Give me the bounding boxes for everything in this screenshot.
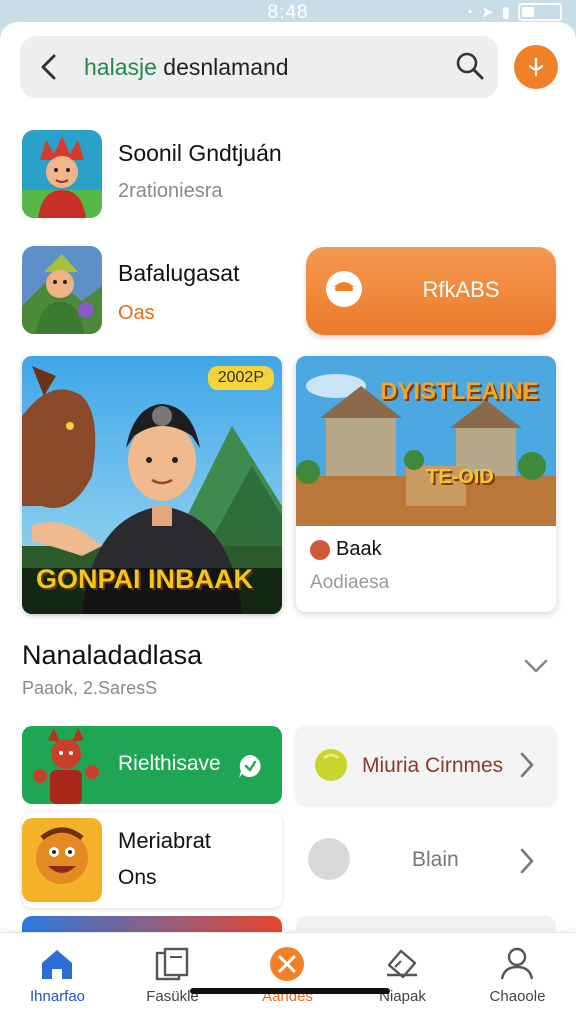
game-card-title: Baak xyxy=(336,538,382,560)
game-card-subtitle: Aodiaesa xyxy=(310,572,390,593)
home-icon xyxy=(42,950,72,979)
search-icon[interactable] xyxy=(454,50,486,82)
microphone-icon xyxy=(528,57,544,77)
devil-character-icon xyxy=(33,728,99,804)
chat-bubble-icon xyxy=(239,755,261,778)
back-arrow-icon[interactable] xyxy=(34,50,64,84)
cta-label: RfkABS xyxy=(422,277,500,302)
nav-profile[interactable]: Chaoole xyxy=(460,933,575,1024)
face-icon xyxy=(326,271,362,307)
location-icon: ➤ xyxy=(481,4,494,21)
cta-button[interactable]: RfkABS xyxy=(306,247,556,335)
chevron-right-icon xyxy=(520,848,534,874)
hero-badge: 2002P xyxy=(207,366,274,390)
search-input[interactable]: halasje desnlamand xyxy=(84,54,289,81)
cartoon-face-icon xyxy=(22,818,102,902)
green-tile-label: Rielthisave xyxy=(118,752,221,775)
section-title: Nanaladadlasa xyxy=(22,640,203,670)
home-indicator xyxy=(190,988,390,994)
avatar-placeholder xyxy=(308,838,350,880)
section-subtitle: Paaok, 2.SaresS xyxy=(22,678,158,698)
person-icon xyxy=(500,947,534,980)
white-tile[interactable]: Meriabrat Ons xyxy=(22,812,282,908)
hero-title: GONPAI INBAAK xyxy=(36,564,254,594)
app-subtitle: Oas xyxy=(118,302,155,324)
blain-tile[interactable]: Blain xyxy=(296,812,556,908)
miuria-tile-label: Miuria Cirnmes xyxy=(362,754,504,777)
microphone-button[interactable] xyxy=(514,45,558,89)
chevron-down-icon[interactable] xyxy=(522,655,550,677)
game-icon xyxy=(310,540,330,560)
nav-label: Chaoole xyxy=(489,988,546,1005)
status-icons: ◔ ➤ ▮ xyxy=(464,3,562,21)
signal-icon: ▮ xyxy=(501,4,510,21)
hero-card[interactable]: 2002P GONPAI INBAAK xyxy=(22,356,282,614)
bottom-nav: Ihnarfao Fasükle Aandes Niapak Chaoole xyxy=(0,932,576,1024)
close-icon xyxy=(270,947,304,981)
wifi-icon: ◔ xyxy=(464,3,474,21)
chevron-right-icon xyxy=(520,752,534,778)
game-card-heading: DYISTLEAINE xyxy=(380,378,539,405)
nav-center[interactable]: Aandes xyxy=(230,933,345,1024)
nav-ticket[interactable]: Niapak xyxy=(345,933,460,1024)
search-bar[interactable]: halasje desnlamand xyxy=(20,36,498,98)
app-icon-elf[interactable] xyxy=(22,246,102,334)
app-subtitle: 2rationiesra xyxy=(118,180,223,202)
battery-icon xyxy=(518,3,562,21)
game-card[interactable]: DYISTLEAINE TE-OID Baak Aodiaesa xyxy=(296,356,556,612)
green-tile[interactable]: Rielthisave xyxy=(22,726,282,804)
search-query-text: desnlamand xyxy=(163,54,289,80)
ticket-icon xyxy=(387,949,417,979)
library-icon xyxy=(155,947,189,981)
nav-label: Ihnarfao xyxy=(29,988,86,1005)
app-icon-hero[interactable] xyxy=(22,130,102,218)
search-query-prefix: halasje xyxy=(84,54,157,80)
game-card-banner: TE-OID xyxy=(426,466,494,488)
miuria-tile[interactable]: Miuria Cirnmes xyxy=(296,726,556,804)
app-screen: halasje desnlamand Soonil Gndtjuán 2rati… xyxy=(0,22,576,1024)
white-tile-subtitle: Ons xyxy=(118,866,157,889)
lime-ball-icon xyxy=(315,749,347,781)
blain-tile-label: Blain xyxy=(412,848,459,871)
nav-home[interactable]: Ihnarfao xyxy=(0,933,115,1024)
app-title[interactable]: Soonil Gndtjuán xyxy=(118,140,282,167)
white-tile-title: Meriabrat xyxy=(118,828,211,853)
nav-library[interactable]: Fasükle xyxy=(115,933,230,1024)
app-title[interactable]: Bafalugasat xyxy=(118,260,239,287)
